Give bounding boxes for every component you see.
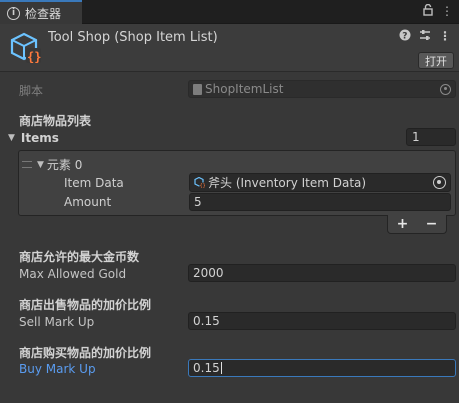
script-field: ShopItemList	[188, 80, 456, 98]
open-button[interactable]: 打开	[418, 52, 454, 69]
max-gold-heading: 商店允许的最大金币数	[19, 250, 140, 264]
buy-markup-value: 0.15	[193, 361, 220, 375]
text-cursor	[220, 362, 222, 374]
scriptable-object-icon: {}	[194, 176, 206, 189]
element-label: 元素 0	[46, 158, 83, 172]
item-data-field[interactable]: {} 斧头 (Inventory Item Data)	[189, 173, 451, 192]
item-data-value: 斧头 (Inventory Item Data)	[208, 176, 367, 190]
preset-icon[interactable]	[419, 29, 431, 44]
script-name: ShopItemList	[205, 82, 284, 96]
object-picker-icon	[440, 83, 451, 95]
info-icon: i	[7, 6, 20, 20]
items-foldout[interactable]: ▼ Items	[8, 131, 59, 145]
lock-icon[interactable]	[423, 3, 433, 19]
header-icons: ? ⋮	[399, 29, 451, 44]
items-count-field[interactable]: 1	[406, 128, 456, 146]
svg-text:{}: {}	[27, 50, 41, 64]
sell-markup-field[interactable]: 0.15	[188, 312, 456, 330]
help-icon[interactable]: ?	[399, 29, 411, 44]
amount-label: Amount	[64, 195, 112, 209]
foldout-triangle-icon[interactable]: ▼	[37, 160, 44, 170]
list-add-remove: + −	[387, 215, 447, 234]
tab-actions: ⋮	[423, 3, 453, 19]
buy-markup-heading: 商店购买物品的加价比例	[19, 346, 152, 360]
svg-text:?: ?	[402, 32, 407, 42]
tab-inspector[interactable]: i 检查器	[0, 0, 82, 24]
more-icon[interactable]: ⋮	[441, 4, 453, 19]
scriptable-object-icon: {}	[9, 31, 43, 65]
inspector-title: Tool Shop (Shop Item List)	[48, 30, 218, 45]
sell-markup-label: Sell Mark Up	[19, 315, 95, 329]
script-file-icon	[193, 83, 202, 95]
buy-markup-field[interactable]: 0.15	[188, 359, 456, 377]
items-label: Items	[20, 131, 59, 145]
object-picker-icon[interactable]	[433, 176, 446, 189]
add-element-button[interactable]: +	[397, 216, 409, 232]
item-data-label: Item Data	[64, 176, 124, 190]
buy-markup-label: Buy Mark Up	[19, 362, 96, 376]
sell-markup-heading: 商店出售物品的加价比例	[19, 298, 152, 312]
drag-handle-icon[interactable]	[22, 161, 32, 168]
tab-label: 检查器	[25, 6, 62, 21]
svg-text:{}: {}	[200, 183, 205, 188]
items-heading: 商店物品列表	[19, 114, 92, 128]
max-gold-field[interactable]: 2000	[188, 264, 456, 282]
list-element-foldout[interactable]: ▼ 元素 0	[22, 156, 82, 173]
foldout-triangle-icon[interactable]: ▼	[8, 133, 15, 143]
script-label: 脚本	[19, 84, 44, 98]
max-gold-label: Max Allowed Gold	[19, 267, 127, 281]
remove-element-button[interactable]: −	[426, 216, 438, 232]
more-icon[interactable]: ⋮	[439, 29, 451, 44]
amount-field[interactable]: 5	[189, 193, 451, 211]
